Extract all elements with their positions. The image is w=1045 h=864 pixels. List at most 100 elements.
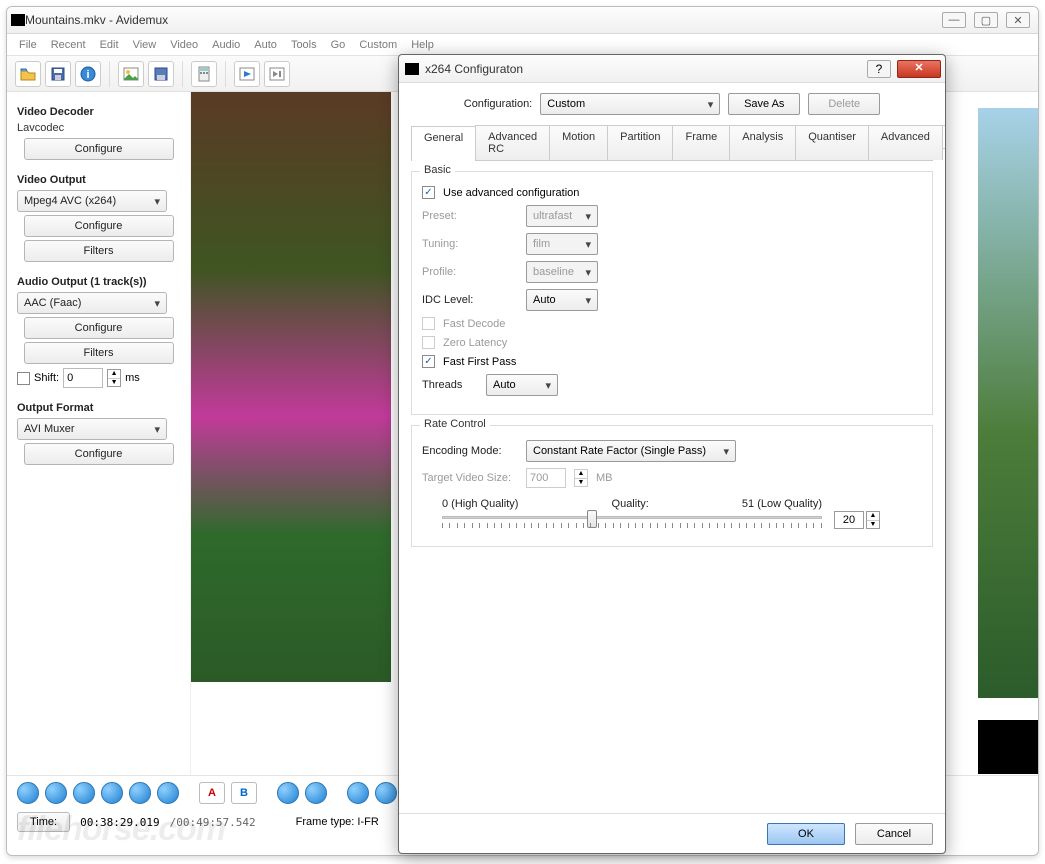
frame-type: Frame type: I-FR — [296, 816, 379, 828]
titlebar: Mountains.mkv - Avidemux — ▢ ✕ — [7, 7, 1038, 34]
zero-latency-label: Zero Latency — [443, 337, 507, 349]
audio-output-label: Audio Output (1 track(s)) — [17, 276, 180, 288]
tuning-label: Tuning: — [422, 238, 518, 250]
threads-select[interactable]: Auto — [486, 374, 558, 396]
menu-go[interactable]: Go — [325, 37, 352, 53]
audio-output-select[interactable]: AAC (Faac) — [17, 292, 167, 314]
target-size-label: Target Video Size: — [422, 472, 518, 484]
app-icon — [11, 14, 25, 26]
open-icon[interactable] — [15, 61, 41, 87]
mark-b-button[interactable]: B — [231, 782, 257, 804]
ok-button[interactable]: OK — [767, 823, 845, 845]
quality-right-label: 51 (Low Quality) — [742, 498, 822, 510]
shift-spinner[interactable]: ▲▼ — [107, 369, 121, 387]
x264-config-dialog: x264 Configuraton ? ✕ Configuration: Cus… — [398, 54, 946, 854]
rate-title: Rate Control — [420, 418, 490, 430]
tab-scroll-left[interactable]: ◂ — [942, 125, 945, 149]
profile-select[interactable]: baseline — [526, 261, 598, 283]
video-output-select[interactable]: Mpeg4 AVC (x264) — [17, 190, 167, 212]
menu-audio[interactable]: Audio — [206, 37, 246, 53]
video-decoder-value: Lavcodec — [17, 122, 180, 134]
mark-a-button[interactable]: A — [199, 782, 225, 804]
output-format-select[interactable]: AVI Muxer — [17, 418, 167, 440]
image-icon[interactable] — [118, 61, 144, 87]
basic-title: Basic — [420, 164, 455, 176]
menu-recent[interactable]: Recent — [45, 37, 92, 53]
quality-value-input[interactable] — [834, 511, 864, 529]
tab-advanced[interactable]: Advanced — [868, 125, 943, 160]
window-title: Mountains.mkv - Avidemux — [25, 13, 942, 27]
idc-label: IDC Level: — [422, 294, 518, 306]
video-output-configure-button[interactable]: Configure — [24, 215, 174, 237]
save-image-icon[interactable] — [148, 61, 174, 87]
use-advanced-label: Use advanced configuration — [443, 187, 579, 199]
quality-spinner[interactable]: ▲▼ — [866, 511, 880, 529]
quality-slider[interactable] — [442, 512, 822, 530]
menu-video[interactable]: Video — [164, 37, 204, 53]
preset-select[interactable]: ultrafast — [526, 205, 598, 227]
rate-control-group: Rate Control Encoding Mode: Constant Rat… — [411, 425, 933, 547]
left-panel: Video Decoder Lavcodec Configure Video O… — [7, 92, 191, 775]
menu-file[interactable]: File — [13, 37, 43, 53]
tab-frame[interactable]: Frame — [672, 125, 730, 160]
use-advanced-checkbox[interactable]: ✓ — [422, 186, 435, 199]
preview-image-left — [191, 92, 391, 682]
next-black-button[interactable] — [375, 782, 397, 804]
menubar: File Recent Edit View Video Audio Auto T… — [7, 34, 1038, 56]
output-format-configure-button[interactable]: Configure — [24, 443, 174, 465]
tab-partition[interactable]: Partition — [607, 125, 673, 160]
tab-quantiser[interactable]: Quantiser — [795, 125, 869, 160]
dialog-help-button[interactable]: ? — [867, 60, 891, 78]
cancel-button[interactable]: Cancel — [855, 823, 933, 845]
goto-start-button[interactable] — [277, 782, 299, 804]
calculator-icon[interactable] — [191, 61, 217, 87]
goto-end-button[interactable] — [305, 782, 327, 804]
tab-advanced-rc[interactable]: Advanced RC — [475, 125, 550, 160]
target-size-input[interactable]: 700 — [526, 468, 566, 488]
svg-text:i: i — [86, 69, 89, 81]
next-keyframe-button[interactable] — [157, 782, 179, 804]
tab-motion[interactable]: Motion — [549, 125, 608, 160]
config-select[interactable]: Custom — [540, 93, 720, 115]
menu-custom[interactable]: Custom — [353, 37, 403, 53]
prev-black-button[interactable] — [347, 782, 369, 804]
tuning-select[interactable]: film — [526, 233, 598, 255]
preview-image-right — [978, 108, 1038, 698]
encoding-mode-select[interactable]: Constant Rate Factor (Single Pass) — [526, 440, 736, 462]
play-button[interactable] — [17, 782, 39, 804]
fast-first-pass-checkbox[interactable]: ✓ — [422, 355, 435, 368]
idc-select[interactable]: Auto — [526, 289, 598, 311]
dialog-close-button[interactable]: ✕ — [897, 60, 941, 78]
next-toolbar-icon[interactable] — [264, 61, 290, 87]
target-size-spinner[interactable]: ▲▼ — [574, 469, 588, 487]
menu-auto[interactable]: Auto — [248, 37, 283, 53]
shift-value-input[interactable]: 0 — [63, 368, 103, 388]
delete-button[interactable]: Delete — [808, 93, 880, 115]
next-frame-button[interactable] — [101, 782, 123, 804]
fast-decode-checkbox[interactable] — [422, 317, 435, 330]
menu-edit[interactable]: Edit — [94, 37, 125, 53]
prev-keyframe-button[interactable] — [129, 782, 151, 804]
audio-output-filters-button[interactable]: Filters — [24, 342, 174, 364]
quality-left-label: 0 (High Quality) — [442, 498, 518, 510]
save-icon[interactable] — [45, 61, 71, 87]
save-as-button[interactable]: Save As — [728, 93, 800, 115]
video-decoder-configure-button[interactable]: Configure — [24, 138, 174, 160]
zero-latency-checkbox[interactable] — [422, 336, 435, 349]
audio-output-configure-button[interactable]: Configure — [24, 317, 174, 339]
menu-help[interactable]: Help — [405, 37, 440, 53]
maximize-button[interactable]: ▢ — [974, 12, 998, 28]
preset-label: Preset: — [422, 210, 518, 222]
menu-tools[interactable]: Tools — [285, 37, 323, 53]
tab-analysis[interactable]: Analysis — [729, 125, 796, 160]
minimize-button[interactable]: — — [942, 12, 966, 28]
close-button[interactable]: ✕ — [1006, 12, 1030, 28]
video-output-filters-button[interactable]: Filters — [24, 240, 174, 262]
tab-general[interactable]: General — [411, 126, 476, 161]
info-icon[interactable]: i — [75, 61, 101, 87]
shift-checkbox[interactable] — [17, 372, 30, 385]
play-toolbar-icon[interactable] — [234, 61, 260, 87]
stop-button[interactable] — [45, 782, 67, 804]
menu-view[interactable]: View — [127, 37, 163, 53]
prev-frame-button[interactable] — [73, 782, 95, 804]
